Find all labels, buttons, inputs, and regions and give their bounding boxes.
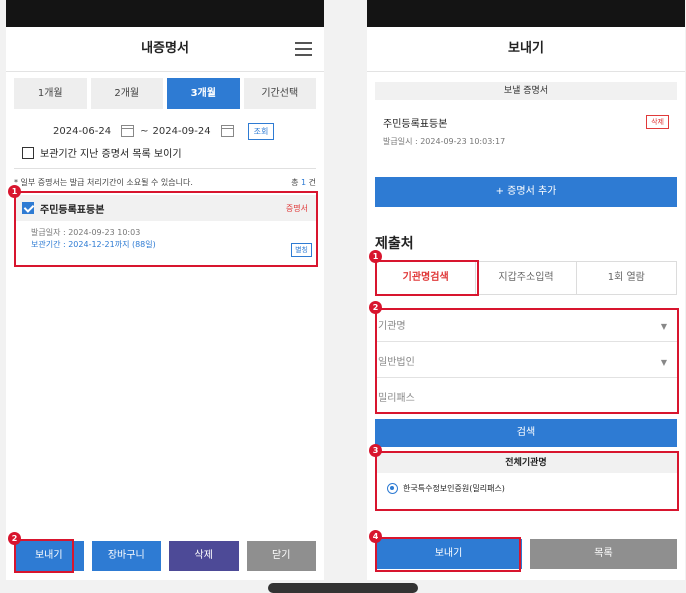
selected-certificate-name: 주민등록표등본 xyxy=(383,119,448,130)
count-suffix: 건 xyxy=(308,178,316,187)
search-button[interactable]: 검색 xyxy=(375,419,677,447)
certificate-item[interactable]: 주민등록표등본 증명서 발급일자 : 2024-09-23 10:03 보관기간… xyxy=(14,195,316,265)
step-badge: 3 xyxy=(369,444,382,457)
tab-wallet-address[interactable]: 지갑주소입력 xyxy=(476,262,577,294)
notice-row: * 일부 증명서는 발급 처리기간이 소요될 수 있습니다. 총 1 건 xyxy=(14,177,316,188)
certificate-item-header: 주민등록표등본 증명서 xyxy=(14,195,316,221)
certificate-name: 주민등록표등본 xyxy=(40,204,105,216)
tab-one-time-view[interactable]: 1회 열람 xyxy=(577,262,676,294)
retention-period: 보관기간 : 2024-12-21까지 (88일) xyxy=(31,240,156,249)
page-title: 보내기 xyxy=(367,27,685,71)
issue-date: 발급일자 : 2024-09-23 10:03 xyxy=(31,228,141,237)
step-badge: 1 xyxy=(369,250,382,263)
org-name-select[interactable]: 기관명 ▼ xyxy=(375,312,677,342)
step-badge: 4 xyxy=(369,530,382,543)
recipient-tabs: 기관명검색 지갑주소입력 1회 열람 xyxy=(375,261,677,295)
certificate-item-body: 발급일자 : 2024-09-23 10:03 보관기간 : 2024-12-2… xyxy=(14,221,316,257)
home-indicator xyxy=(268,583,418,593)
divider xyxy=(14,168,316,169)
institution-option-label: 한국특수정보인증원(밀리패스) xyxy=(403,484,505,493)
milipass-input[interactable]: 밀리패스 xyxy=(375,384,677,414)
dropdown-arrow-icon: ▼ xyxy=(660,358,667,367)
period-tabs: 1개월 2개월 3개월 기간선택 xyxy=(14,78,316,109)
count-prefix: 총 xyxy=(291,178,299,187)
org-type-value: 일반법인 xyxy=(378,357,415,368)
page-title: 내증명서 xyxy=(6,27,324,71)
delete-button[interactable]: 삭제 xyxy=(169,541,239,571)
recipient-title: 제출처 xyxy=(375,236,414,252)
step-badge: 1 xyxy=(8,185,21,198)
milipass-placeholder: 밀리패스 xyxy=(378,393,415,404)
tab-1-month[interactable]: 1개월 xyxy=(14,78,87,109)
institution-option[interactable]: 한국특수정보인증원(밀리패스) xyxy=(375,473,677,494)
date-separator: ~ xyxy=(140,125,149,137)
bottom-actions: 보내기 목록 xyxy=(375,539,677,569)
selected-certificate-date: 발급일시 : 2024-09-23 10:03:17 xyxy=(383,137,506,146)
page-title-text: 보내기 xyxy=(508,41,544,56)
show-expired-label: 보관기간 지난 증명서 목록 보이기 xyxy=(40,149,182,160)
cart-button[interactable]: 장바구니 xyxy=(91,541,161,571)
dropdown-arrow-icon: ▼ xyxy=(660,322,667,331)
org-type-select[interactable]: 일반법인 ▼ xyxy=(375,348,677,378)
menu-icon[interactable] xyxy=(295,42,312,56)
institution-list-header: 전체기관명 xyxy=(375,453,677,473)
tab-3-month[interactable]: 3개월 xyxy=(167,78,240,109)
calendar-icon[interactable] xyxy=(220,125,234,137)
date-from[interactable]: 2024-06-24 xyxy=(53,126,111,137)
list-button[interactable]: 목록 xyxy=(530,539,677,569)
step-badge: 2 xyxy=(369,301,382,314)
tab-custom-period[interactable]: 기간선택 xyxy=(243,78,316,109)
remove-certificate-button[interactable]: 삭제 xyxy=(646,115,669,129)
page-title-text: 내증명서 xyxy=(141,41,189,56)
bottom-actions: 보내기 장바구니 삭제 닫기 xyxy=(14,541,316,571)
total-count: 총 1 건 xyxy=(291,177,316,188)
calendar-icon[interactable] xyxy=(121,125,135,137)
status-bar xyxy=(367,0,685,27)
tab-org-search[interactable]: 기관명검색 xyxy=(376,262,477,294)
add-certificate-button[interactable]: + 증명서 추가 xyxy=(375,177,677,207)
checkbox-icon[interactable] xyxy=(22,146,34,159)
lookup-button[interactable]: 조회 xyxy=(247,122,275,140)
count-value: 1 xyxy=(300,178,307,187)
status-bar xyxy=(6,0,324,27)
send-button[interactable]: 보내기 xyxy=(375,539,522,569)
notice-text: * 일부 증명서는 발급 처리기간이 소요될 수 있습니다. xyxy=(14,178,193,187)
checkbox-checked-icon[interactable] xyxy=(22,202,34,214)
step-badge: 2 xyxy=(8,532,21,545)
date-to[interactable]: 2024-09-24 xyxy=(153,126,211,137)
send-screen: 보내기 보낼 증명서 주민등록표등본 발급일시 : 2024-09-23 10:… xyxy=(367,0,685,580)
date-range: 2024-06-24 ~ 2024-09-24 조회 xyxy=(53,122,275,140)
certificate-list-screen: 내증명서 1개월 2개월 3개월 기간선택 2024-06-24 ~ 2024-… xyxy=(6,0,324,580)
selected-certificate: 주민등록표등본 발급일시 : 2024-09-23 10:03:17 삭제 xyxy=(383,115,669,147)
radio-selected-icon[interactable] xyxy=(387,483,398,494)
institution-list: 전체기관명 한국특수정보인증원(밀리패스) xyxy=(375,453,677,509)
org-name-placeholder: 기관명 xyxy=(378,321,406,332)
close-button[interactable]: 닫기 xyxy=(246,541,316,571)
certificate-type-badge: 증명서 xyxy=(285,203,308,213)
send-button[interactable]: 보내기 xyxy=(14,541,84,571)
tab-2-month[interactable]: 2개월 xyxy=(90,78,163,109)
divider xyxy=(367,71,685,72)
divider xyxy=(6,71,324,72)
show-expired-toggle[interactable]: 보관기간 지난 증명서 목록 보이기 xyxy=(22,145,182,160)
section-header: 보낼 증명서 xyxy=(375,82,677,100)
alias-button[interactable]: 별칭 xyxy=(291,243,312,257)
